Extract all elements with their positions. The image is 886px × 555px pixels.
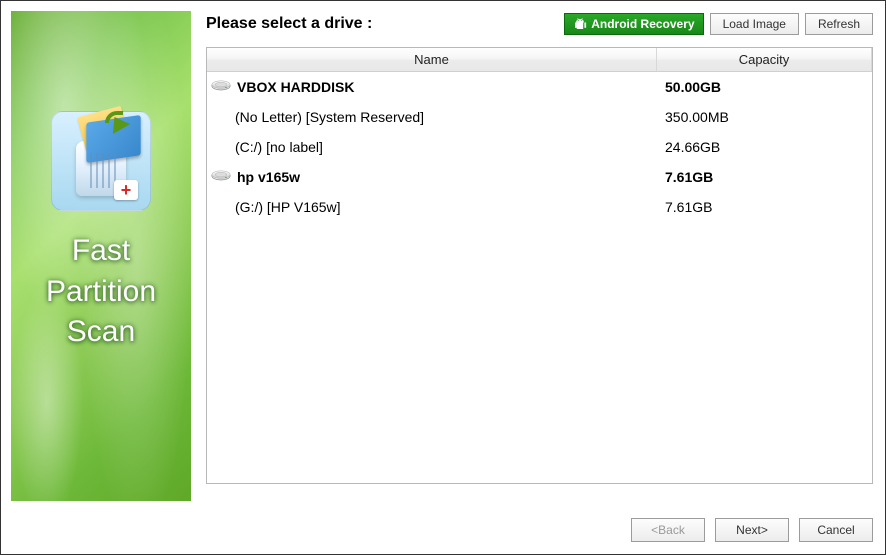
drive-row[interactable]: hp v165w 7.61GB <box>207 162 872 192</box>
drive-name: hp v165w <box>237 169 300 185</box>
partition-capacity: 7.61GB <box>657 199 872 215</box>
drive-capacity: 50.00GB <box>657 79 872 95</box>
drive-table: Name Capacity VBOX HARDDISK 50.00GB (No Le… <box>206 47 873 484</box>
refresh-button[interactable]: Refresh <box>805 13 873 35</box>
drive-capacity: 7.61GB <box>657 169 872 185</box>
android-icon <box>573 17 587 31</box>
partition-row[interactable]: (No Letter) [System Reserved] 350.00MB <box>207 102 872 132</box>
drive-name: VBOX HARDDISK <box>237 79 354 95</box>
sidebar: + Fast Partition Scan <box>11 11 191 501</box>
hard-disk-icon <box>211 170 231 184</box>
partition-name: (C:/) [no label] <box>235 139 323 155</box>
drive-row[interactable]: VBOX HARDDISK 50.00GB <box>207 72 872 102</box>
back-button[interactable]: <Back <box>631 518 705 542</box>
partition-capacity: 24.66GB <box>657 139 872 155</box>
partition-name: (G:/) [HP V165w] <box>235 199 341 215</box>
android-recovery-button[interactable]: Android Recovery <box>564 13 703 35</box>
partition-row[interactable]: (C:/) [no label] 24.66GB <box>207 132 872 162</box>
medical-cross-icon: + <box>114 180 138 200</box>
sidebar-title: Fast Partition Scan <box>11 231 191 353</box>
partition-row[interactable]: (G:/) [HP V165w] 7.61GB <box>207 192 872 222</box>
hard-disk-icon <box>211 80 231 94</box>
app-logo-icon: + <box>51 111 151 211</box>
partition-name: (No Letter) [System Reserved] <box>235 109 424 125</box>
next-button[interactable]: Next> <box>715 518 789 542</box>
column-header-capacity[interactable]: Capacity <box>657 48 872 71</box>
partition-capacity: 350.00MB <box>657 109 872 125</box>
column-header-name[interactable]: Name <box>207 48 657 71</box>
cancel-button[interactable]: Cancel <box>799 518 873 542</box>
load-image-button[interactable]: Load Image <box>710 13 799 35</box>
page-title: Please select a drive : <box>206 15 372 33</box>
